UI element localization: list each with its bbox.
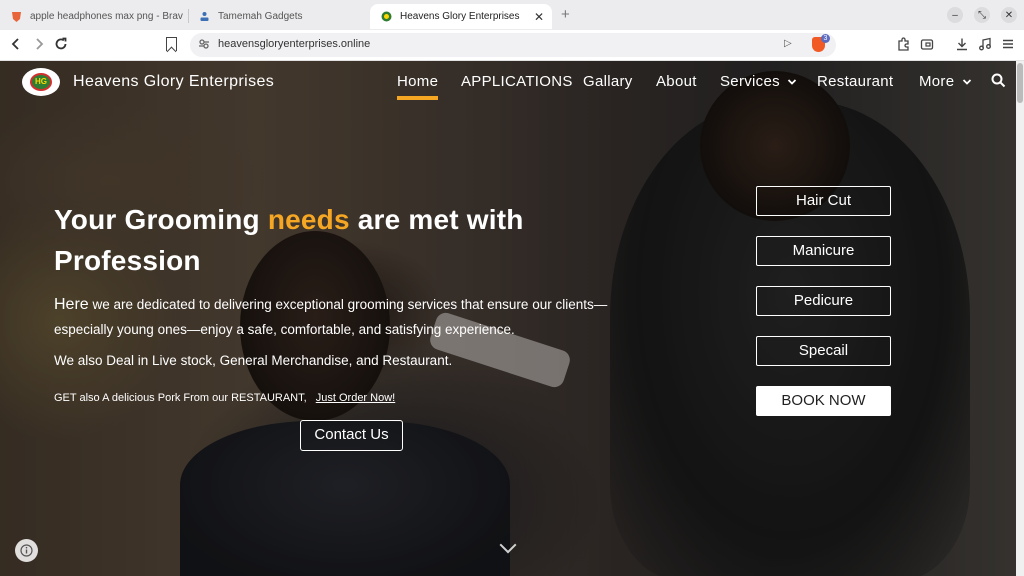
hero-heading-accent: needs (267, 204, 350, 235)
hero-heading-part1: Your Grooming (54, 204, 268, 235)
site-brand-name[interactable]: Heavens Glory Enterprises (73, 73, 274, 91)
nav-applications[interactable]: APPLICATIONS (461, 73, 573, 90)
manicure-button[interactable]: Manicure (756, 236, 891, 266)
nav-about[interactable]: About (656, 73, 697, 90)
chevron-down-icon (788, 79, 797, 85)
wallet-icon[interactable] (920, 37, 934, 54)
order-now-link[interactable]: Just Order Now! (316, 392, 395, 404)
nav-services[interactable]: Services (720, 73, 797, 90)
logo-mark: HG (30, 73, 52, 91)
shields-count-badge: 3 (821, 34, 830, 43)
forward-icon[interactable] (33, 37, 45, 55)
reload-icon[interactable] (54, 37, 68, 55)
url-text[interactable]: heavensgloryenterprises.online (218, 38, 370, 50)
hero-restaurant-line: GET also A delicious Pork From our RESTA… (54, 392, 395, 404)
address-bar[interactable]: heavensgloryenterprises.online (190, 33, 836, 57)
hero-heading: Your Grooming needs are met with Profess… (54, 199, 614, 281)
hero-paragraph: we are dedicated to delivering exception… (54, 297, 608, 337)
hero-restaurant-text: GET also A delicious Pork From our RESTA… (54, 392, 307, 404)
nav-restaurant[interactable]: Restaurant (817, 73, 893, 90)
back-icon[interactable] (10, 37, 22, 55)
extensions-icon[interactable] (897, 37, 911, 54)
nav-more[interactable]: More (919, 73, 972, 90)
pedicure-button[interactable]: Pedicure (756, 286, 891, 316)
site-navbar: HG Heavens Glory Enterprises Home APPLIC… (0, 61, 1024, 105)
tab-bar: apple headphones max png - Brav Tamemah … (0, 0, 1024, 30)
close-window-icon[interactable]: ✕ (1001, 7, 1017, 23)
downloads-icon[interactable] (955, 37, 969, 54)
tab-tamemah-gadgets[interactable]: Tamemah Gadgets (188, 4, 368, 29)
nav-more-label: More (919, 73, 955, 90)
tab-title: Tamemah Gadgets (218, 11, 303, 22)
close-tab-icon[interactable]: ✕ (534, 10, 544, 24)
brave-search-icon (10, 11, 22, 23)
media-play-icon[interactable]: ▷ (784, 38, 792, 49)
chevron-down-icon (962, 79, 971, 85)
bookmark-icon[interactable] (166, 37, 177, 51)
menu-icon[interactable] (1001, 37, 1015, 54)
person-upload-icon (198, 11, 210, 23)
tab-title: apple headphones max png - Brav (30, 11, 183, 22)
hero-lead-word: Here (54, 296, 89, 313)
hero-description: Here we are dedicated to delivering exce… (54, 292, 634, 342)
nav-services-label: Services (720, 73, 780, 90)
specail-button[interactable]: Specail (756, 336, 891, 366)
hair-cut-button[interactable]: Hair Cut (756, 186, 891, 216)
hero-deals-line: We also Deal in Live stock, General Merc… (54, 353, 453, 368)
web-page: HG Heavens Glory Enterprises Home APPLIC… (0, 61, 1024, 576)
scrollbar-thumb[interactable] (1017, 63, 1023, 103)
info-icon[interactable] (15, 539, 38, 562)
site-logo[interactable]: HG (22, 68, 60, 96)
tab-brave-search[interactable]: apple headphones max png - Brav (0, 4, 186, 29)
address-toolbar: heavensgloryenterprises.online ▷ 3 (0, 30, 1024, 61)
book-now-button[interactable]: BOOK NOW (756, 386, 891, 416)
tab-heavens-glory[interactable]: Heavens Glory Enterprises ✕ (370, 4, 552, 29)
nav-gallary[interactable]: Gallary (583, 73, 633, 90)
minimize-icon[interactable]: – (947, 7, 963, 23)
site-logo-icon (380, 11, 392, 23)
music-icon[interactable] (978, 37, 992, 54)
new-tab-button[interactable]: + (561, 6, 570, 23)
site-info-icon[interactable] (198, 38, 210, 53)
tab-title: Heavens Glory Enterprises (400, 11, 520, 22)
search-icon[interactable] (991, 73, 1006, 88)
restore-icon[interactable]: ⤡ (974, 7, 990, 23)
page-scrollbar[interactable] (1016, 61, 1024, 576)
contact-us-button[interactable]: Contact Us (300, 420, 403, 451)
nav-home[interactable]: Home (397, 73, 439, 100)
